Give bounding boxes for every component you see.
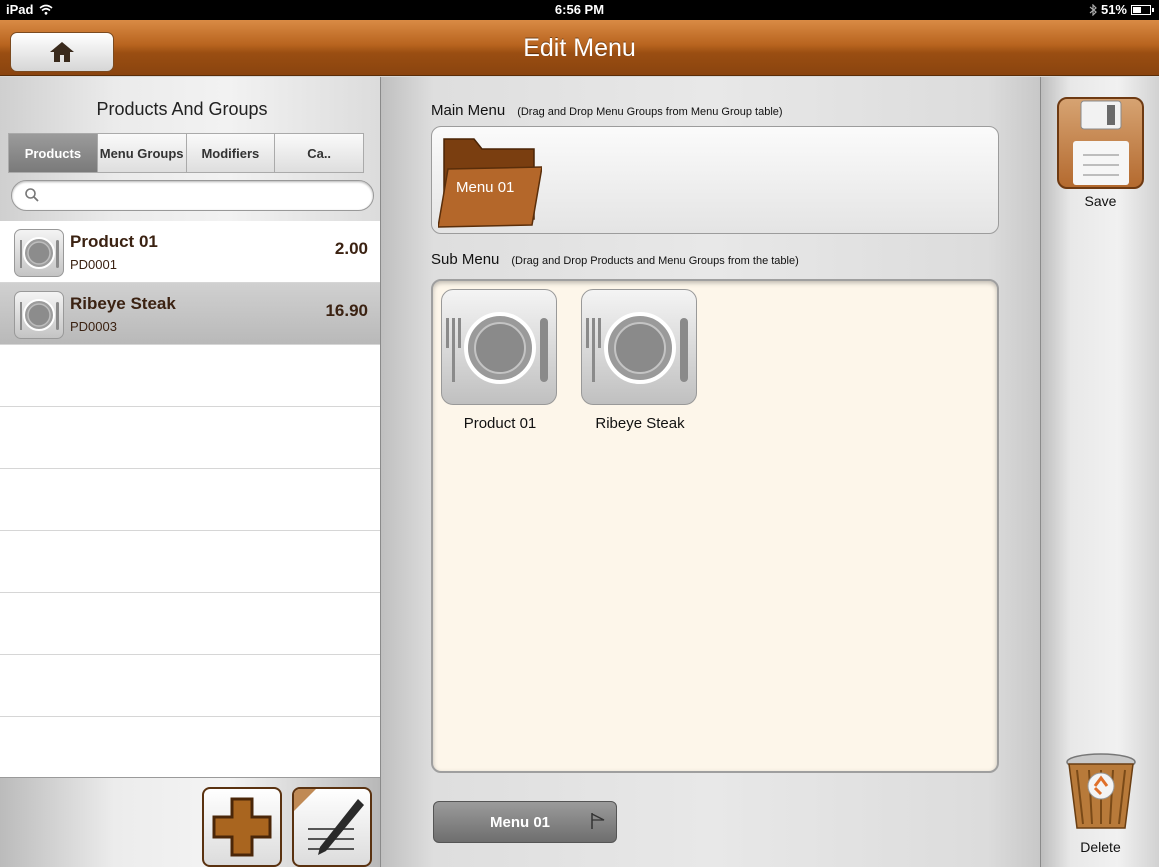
battery-percent: 51% xyxy=(1100,2,1127,17)
menu-group-item[interactable]: Menu 01 xyxy=(437,131,543,231)
empty-row xyxy=(0,531,380,593)
products-toolbar xyxy=(0,777,380,867)
list-item-product-01[interactable]: Product 01 PD0001 2.00 xyxy=(0,221,380,283)
floppy-disk-icon xyxy=(1073,100,1129,185)
add-button[interactable] xyxy=(202,787,282,867)
plate-icon xyxy=(14,291,64,339)
sub-menu-item-ribeye-steak[interactable]: Ribeye Steak xyxy=(581,289,699,432)
menu-tab[interactable]: Menu 01 xyxy=(433,801,617,843)
edit-button[interactable] xyxy=(292,787,372,867)
save-label: Save xyxy=(1084,193,1117,209)
products-panel: Products And Groups Products Menu Groups… xyxy=(0,77,380,867)
status-bar: iPad 6:56 PM 51% xyxy=(0,0,1159,20)
save-button[interactable] xyxy=(1057,97,1144,189)
sub-menu-item-name: Product 01 xyxy=(463,415,537,432)
sub-menu-item-product-01[interactable]: Product 01 xyxy=(441,289,559,432)
trash-bin-icon xyxy=(1066,753,1136,829)
sub-menu-dropzone[interactable]: Product 01 Ribeye Steak xyxy=(431,279,999,773)
empty-row xyxy=(0,717,380,779)
product-name: Product 01 xyxy=(70,232,158,251)
menu-group-name: Menu 01 xyxy=(456,179,515,196)
tab-categories[interactable]: Ca.. xyxy=(275,134,363,172)
product-price: 16.90 xyxy=(325,301,368,320)
tab-products[interactable]: Products xyxy=(9,134,98,172)
delete-label: Delete xyxy=(1080,839,1121,855)
empty-row xyxy=(0,469,380,531)
edit-note-icon xyxy=(294,789,364,855)
product-name: Ribeye Steak xyxy=(70,294,176,313)
sub-menu-label: Sub Menu xyxy=(431,251,500,268)
products-panel-header: Products And Groups Products Menu Groups… xyxy=(0,77,380,221)
empty-row xyxy=(0,407,380,469)
sub-menu-hint: (Drag and Drop Products and Menu Groups … xyxy=(511,255,799,267)
main-menu-label: Main Menu xyxy=(431,102,506,119)
menu-editor: Main Menu (Drag and Drop Menu Groups from… xyxy=(380,77,1040,867)
product-price: 2.00 xyxy=(334,239,368,258)
plate-icon xyxy=(441,289,557,405)
menu-tab-label: Menu 01 xyxy=(490,814,551,831)
tab-bar: Products Menu Groups Modifiers Ca.. xyxy=(8,133,364,173)
bluetooth-icon xyxy=(1089,3,1097,16)
battery-icon xyxy=(1131,4,1154,15)
delete-button[interactable] xyxy=(1063,750,1139,832)
search-icon xyxy=(25,188,39,202)
search-field[interactable] xyxy=(11,180,374,211)
page-title: Edit Menu xyxy=(523,34,636,62)
sub-menu-header: Sub Menu (Drag and Drop Products and Menu… xyxy=(431,251,799,268)
product-code: PD0001 xyxy=(70,257,117,272)
list-item-ribeye-steak[interactable]: Ribeye Steak PD0003 16.90 xyxy=(0,283,380,345)
sub-menu-item-name: Ribeye Steak xyxy=(595,415,685,432)
empty-row xyxy=(0,345,380,407)
panel-heading: Products And Groups xyxy=(96,99,268,119)
search-input[interactable] xyxy=(44,185,364,207)
action-panel: Save Delete xyxy=(1040,77,1159,867)
product-code: PD0003 xyxy=(70,319,117,334)
empty-row xyxy=(0,655,380,717)
main-menu-header: Main Menu (Drag and Drop Menu Groups from… xyxy=(431,102,783,119)
empty-row xyxy=(0,593,380,655)
main-menu-hint: (Drag and Drop Menu Groups from Menu Gro… xyxy=(517,106,783,118)
plus-icon xyxy=(212,797,272,857)
product-list: Product 01 PD0001 2.00 Ribeye Steak PD00… xyxy=(0,221,380,779)
tab-menu-groups[interactable]: Menu Groups xyxy=(97,134,187,172)
plate-icon xyxy=(14,229,64,277)
navigation-bar: Edit Menu xyxy=(0,20,1159,76)
clock: 6:56 PM xyxy=(554,2,605,17)
tab-modifiers[interactable]: Modifiers xyxy=(186,134,276,172)
main-menu-dropzone[interactable]: Menu 01 xyxy=(431,126,999,234)
plate-icon xyxy=(581,289,697,405)
flag-icon xyxy=(591,813,605,829)
